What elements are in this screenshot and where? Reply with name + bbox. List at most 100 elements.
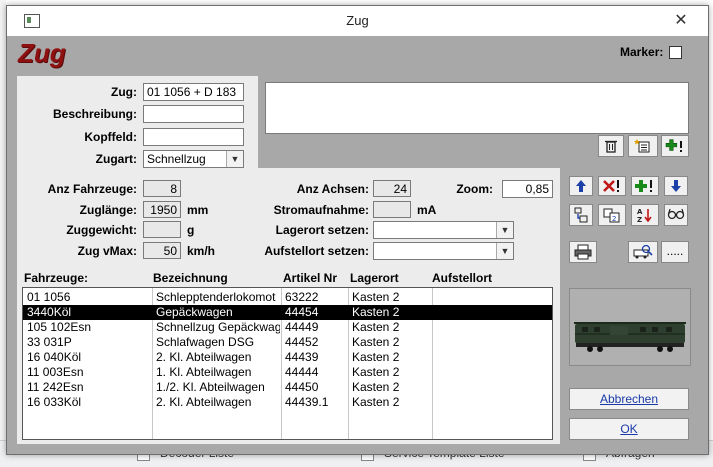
zug-field[interactable]: 01 1056 + D 183 [143, 83, 244, 101]
aufstellort-setzen-select[interactable]: ▼ [373, 242, 514, 260]
arrow-down-icon [671, 180, 681, 192]
table-cell: 44450 [285, 380, 319, 394]
svg-text:Z: Z [637, 216, 642, 223]
table-row[interactable]: 33 031P Schlafwagen DSG 44452 Kasten 2 [23, 335, 552, 350]
more-button[interactable]: ..... [661, 241, 689, 263]
table-row[interactable]: 11 003Esn 1. Kl. Abteilwagen 44444 Kasten 2 [23, 365, 552, 380]
table-row[interactable]: 11 242Esn 1./2. Kl. Abteilwagen 44450 Kaste… [23, 380, 552, 395]
anz-achsen-value: 24 [373, 180, 411, 197]
lagerort-setzen-select[interactable]: ▼ [373, 221, 514, 239]
arrange-button[interactable] [569, 204, 593, 226]
zug-vmax-value: 50 [143, 242, 181, 259]
table-row[interactable]: 16 040Köl 2. Kl. Abteilwagen 44439 Kasten 2 [23, 350, 552, 365]
brand-heading: Zug [18, 38, 66, 68]
table-header-bezeichnung: Bezeichnung [153, 271, 228, 285]
zuggewicht-unit: g [187, 223, 195, 237]
copy-number-button[interactable]: 2 [598, 204, 626, 226]
table-cell: Kasten 2 [352, 305, 400, 319]
zugart-selected-value: Schnellzug [147, 152, 206, 166]
vehicle-image-preview [569, 288, 691, 366]
table-header-lagerort: Lagerort [350, 271, 399, 285]
table-cell: 2. Kl. Abteilwagen [156, 395, 252, 409]
chevron-down-icon[interactable]: ▼ [226, 151, 243, 167]
kopffeld-field[interactable] [143, 128, 244, 146]
svg-text:2: 2 [612, 215, 616, 223]
table-cell: 16 033Köl [27, 395, 82, 409]
trash-icon [605, 140, 617, 153]
table-header-artikel-nr: Artikel Nr [283, 271, 338, 285]
print-button[interactable] [569, 241, 597, 263]
delete-image-button[interactable] [598, 135, 624, 157]
anz-fahrzeuge-value: 8 [143, 180, 181, 197]
table-cell: 01 1056 [27, 290, 71, 304]
copy-icon: 2 [603, 208, 620, 223]
sort-az-icon: AZ [637, 208, 652, 224]
vehicle-list[interactable]: 01 1056 Schlepptenderlokomot 63222 Kasten 2… [22, 287, 553, 440]
table-cell: 1. Kl. Abteilwagen [156, 365, 252, 379]
zug-label: Zug: [111, 85, 137, 99]
new-image-button[interactable] [628, 135, 658, 157]
table-header-fahrzeuge: Fahrzeuge: [24, 271, 89, 285]
add-vehicle-button[interactable] [631, 176, 659, 196]
zoom-label: Zoom: [456, 182, 493, 196]
zugart-select[interactable]: Schnellzug ▼ [143, 150, 244, 168]
anz-fahrzeuge-label: Anz Fahrzeuge: [47, 182, 137, 196]
arrange-icon [574, 207, 588, 223]
beschreibung-field[interactable] [143, 105, 244, 123]
add-icon [635, 180, 652, 192]
table-cell: Kasten 2 [352, 290, 400, 304]
abbrechen-button[interactable]: Abbrechen [569, 388, 689, 410]
add-icon [665, 139, 682, 152]
table-cell: Kasten 2 [352, 335, 400, 349]
table-row[interactable]: 01 1056 Schlepptenderlokomot 63222 Kasten 2 [23, 290, 552, 305]
search-vehicle-button[interactable] [628, 241, 658, 263]
zuglaenge-value: 1950 [143, 201, 181, 218]
table-cell: Schnellzug Gepäckwag [156, 320, 280, 334]
table-cell: 33 031P [27, 335, 72, 349]
table-cell: 3440Köl [27, 305, 72, 319]
printer-icon [574, 244, 592, 260]
stromaufnahme-label: Stromaufnahme: [273, 203, 369, 217]
table-cell: 105 102Esn [27, 320, 92, 334]
sort-button[interactable]: AZ [631, 204, 659, 226]
move-down-button[interactable] [664, 176, 688, 196]
remove-vehicle-button[interactable] [598, 176, 626, 196]
zug-vmax-label: Zug vMax: [77, 244, 137, 258]
chevron-down-icon[interactable]: ▼ [496, 222, 513, 238]
zuglaenge-label: Zuglänge: [79, 203, 137, 217]
svg-text:A: A [637, 208, 643, 216]
zuggewicht-value [143, 221, 181, 238]
vehicle-search-icon [633, 244, 653, 259]
table-cell: Kasten 2 [352, 320, 400, 334]
zoom-field[interactable]: 0,85 [502, 180, 553, 198]
view-button[interactable] [664, 204, 688, 226]
beschreibung-label: Beschreibung: [52, 107, 137, 121]
table-cell: 11 003Esn [27, 365, 84, 379]
stromaufnahme-unit: mA [417, 203, 437, 217]
marker-checkbox[interactable] [669, 46, 682, 59]
table-cell: 2. Kl. Abteilwagen [156, 350, 252, 364]
table-cell: 44439.1 [285, 395, 329, 409]
lagerort-setzen-label: Lagerort setzen: [275, 223, 369, 237]
title-bar: Zug ✕ [7, 6, 708, 36]
notes-area[interactable] [265, 82, 689, 134]
table-cell: Kasten 2 [352, 350, 400, 364]
table-cell: 44454 [285, 305, 319, 319]
move-up-button[interactable] [569, 176, 593, 196]
new-document-icon [634, 139, 650, 153]
table-cell: 44439 [285, 350, 319, 364]
close-icon[interactable]: ✕ [669, 9, 693, 33]
table-row[interactable]: 105 102Esn Schnellzug Gepäckwag 44449 Kaste… [23, 320, 552, 335]
table-cell: Gepäckwagen [156, 305, 233, 319]
add-image-button[interactable] [661, 135, 689, 157]
table-cell: Schlepptenderlokomot [156, 290, 276, 304]
ok-button[interactable]: OK [569, 418, 689, 440]
chevron-down-icon[interactable]: ▼ [496, 243, 513, 259]
table-row[interactable]: 3440Köl Gepäckwagen 44454 Kasten 2 [23, 305, 552, 320]
table-header-aufstellort: Aufstellort [432, 271, 492, 285]
table-cell: Kasten 2 [352, 365, 400, 379]
zuglaenge-unit: mm [187, 203, 209, 217]
zug-dialog: Zug ✕ Zug Marker: Zug: 01 1056 + D 183 B… [6, 5, 709, 455]
table-row[interactable]: 16 033Köl 2. Kl. Abteilwagen 44439.1 Kasten… [23, 395, 552, 410]
window-title: Zug [346, 13, 369, 28]
